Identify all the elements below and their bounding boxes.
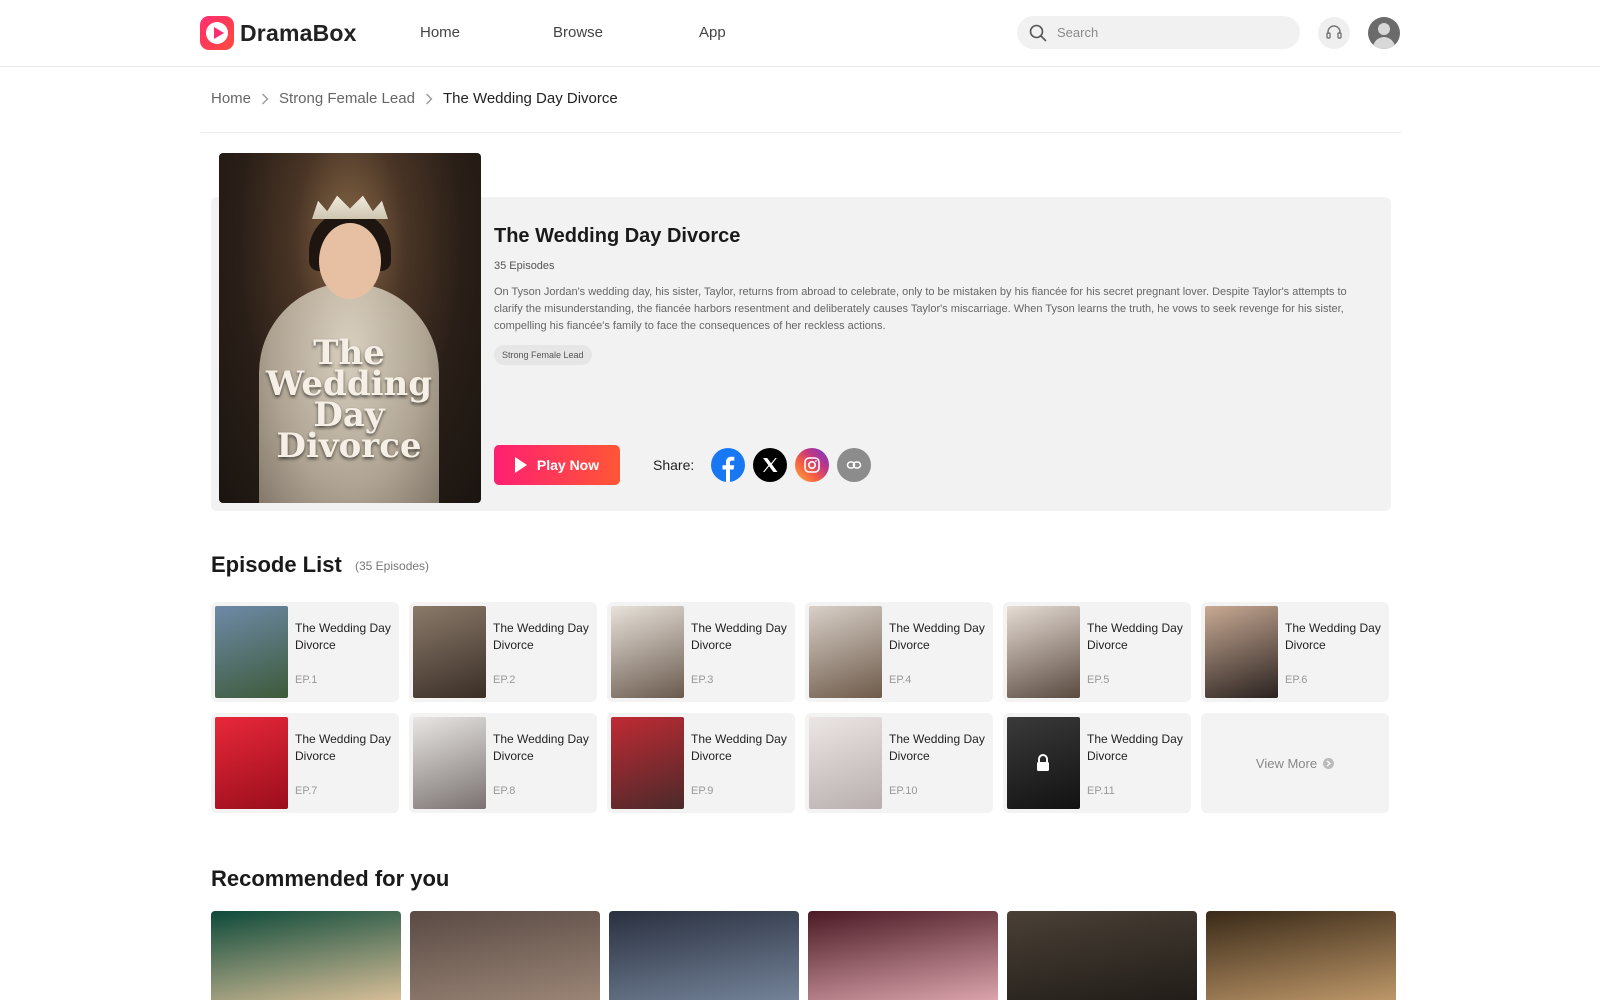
episode-title: The Wedding Day Divorce — [295, 621, 391, 652]
chevron-right-icon — [425, 93, 433, 105]
episode-number: EP.5 — [1087, 674, 1110, 686]
episode-thumbnail — [809, 606, 882, 698]
headset-icon — [1326, 25, 1342, 39]
episode-card[interactable]: The Wedding Day Divorce EP.10 — [805, 713, 993, 813]
show-title: The Wedding Day Divorce — [494, 225, 741, 247]
play-now-label: Play Now — [536, 457, 600, 473]
x-share-button[interactable] — [753, 448, 787, 482]
logo[interactable]: DramaBox — [200, 16, 357, 50]
recommended-card[interactable] — [1206, 911, 1396, 1000]
recommended-card[interactable] — [410, 911, 600, 1000]
copy-link-button[interactable] — [837, 448, 871, 482]
episode-thumbnail — [1007, 717, 1080, 809]
episode-card[interactable]: The Wedding Day Divorce EP.3 — [607, 602, 795, 702]
episode-card[interactable]: The Wedding Day Divorce EP.7 — [211, 713, 399, 813]
customer-service-button[interactable] — [1318, 17, 1350, 49]
episode-title: The Wedding Day Divorce — [1087, 621, 1183, 652]
episode-thumbnail — [413, 606, 486, 698]
chevron-right-icon — [261, 93, 269, 105]
nav-browse[interactable]: Browse — [553, 24, 603, 41]
episode-number: EP.8 — [493, 785, 516, 797]
episode-title: The Wedding Day Divorce — [493, 732, 589, 763]
link-icon — [846, 461, 862, 469]
episode-thumbnail — [611, 606, 684, 698]
crown-image — [312, 195, 388, 219]
recommended-card[interactable] — [211, 911, 401, 1000]
episode-card[interactable]: The Wedding Day Divorce EP.2 — [409, 602, 597, 702]
episode-number: EP.10 — [889, 785, 918, 797]
episode-card[interactable]: The Wedding Day Divorce EP.11 — [1003, 713, 1191, 813]
search-icon — [1029, 24, 1047, 41]
recommended-card[interactable] — [609, 911, 799, 1000]
episode-card[interactable]: The Wedding Day Divorce EP.9 — [607, 713, 795, 813]
recommended-card[interactable] — [1007, 911, 1197, 1000]
recommended-row — [211, 911, 1396, 1000]
user-avatar[interactable] — [1368, 17, 1400, 49]
breadcrumb-current: The Wedding Day Divorce — [442, 90, 618, 107]
instagram-icon — [804, 457, 820, 473]
episode-number: EP.11 — [1087, 785, 1115, 797]
episode-number: EP.6 — [1285, 674, 1308, 686]
episode-title: The Wedding Day Divorce — [295, 732, 391, 763]
genre-tag[interactable]: Strong Female Lead — [494, 345, 592, 365]
divider — [201, 132, 1401, 133]
chevron-right-circle-icon — [1323, 757, 1335, 769]
episode-thumbnail — [809, 717, 882, 809]
breadcrumb: Home Strong Female Lead The Wedding Day … — [211, 90, 618, 107]
episode-thumbnail — [215, 606, 288, 698]
recommended-card[interactable] — [808, 911, 998, 1000]
poster-title: The Wedding Day Divorce — [266, 333, 432, 466]
episode-thumbnail — [611, 717, 684, 809]
top-header: DramaBox Home Browse App — [0, 0, 1600, 67]
episode-thumbnail — [1007, 606, 1080, 698]
episode-number: EP.1 — [295, 674, 318, 686]
episode-title: The Wedding Day Divorce — [1087, 732, 1183, 763]
episode-title: The Wedding Day Divorce — [493, 621, 589, 652]
recommended-heading: Recommended for you — [211, 866, 450, 891]
dramabox-logo-icon — [200, 16, 234, 50]
nav-app[interactable]: App — [699, 24, 726, 41]
episode-thumbnail — [1205, 606, 1278, 698]
nav-home[interactable]: Home — [420, 24, 460, 41]
facebook-icon — [711, 448, 745, 482]
x-logo-icon — [763, 458, 778, 472]
episode-title: The Wedding Day Divorce — [691, 732, 787, 763]
episode-card[interactable]: The Wedding Day Divorce EP.1 — [211, 602, 399, 702]
episode-card[interactable]: The Wedding Day Divorce EP.5 — [1003, 602, 1191, 702]
search-box[interactable] — [1017, 16, 1300, 49]
episode-thumbnail — [413, 717, 486, 809]
episode-thumbnail — [215, 717, 288, 809]
episode-number: EP.4 — [889, 674, 912, 686]
show-description: On Tyson Jordan's wedding day, his siste… — [494, 286, 1347, 332]
episode-card[interactable]: The Wedding Day Divorce EP.4 — [805, 602, 993, 702]
episode-list-heading: Episode List — [211, 552, 342, 577]
episode-grid: The Wedding Day Divorce EP.1 The Wedding D… — [211, 602, 1391, 813]
episode-number: EP.3 — [691, 674, 714, 686]
show-poster[interactable]: The Wedding Day Divorce — [219, 153, 481, 503]
episode-card[interactable]: The Wedding Day Divorce EP.6 — [1201, 602, 1389, 702]
episode-number: EP.9 — [691, 785, 714, 797]
search-input[interactable] — [1057, 25, 1277, 40]
episode-list-count: (35 Episodes) — [355, 559, 430, 573]
play-now-button[interactable]: Play Now — [494, 445, 620, 485]
breadcrumb-home[interactable]: Home — [211, 90, 251, 107]
view-more-button[interactable]: View More — [1201, 713, 1389, 813]
share-label: Share: — [653, 457, 695, 473]
play-icon — [514, 457, 527, 473]
episode-title: The Wedding Day Divorce — [889, 732, 985, 763]
instagram-share-button[interactable] — [795, 448, 829, 482]
episode-title: The Wedding Day Divorce — [691, 621, 787, 652]
episode-card[interactable]: The Wedding Day Divorce EP.8 — [409, 713, 597, 813]
episode-number: EP.2 — [493, 674, 516, 686]
view-more-label: View More — [1255, 755, 1318, 771]
lock-icon — [1037, 754, 1049, 771]
logo-text: DramaBox — [240, 19, 357, 46]
breadcrumb-category[interactable]: Strong Female Lead — [279, 90, 415, 107]
episode-title: The Wedding Day Divorce — [1285, 621, 1381, 652]
episode-title: The Wedding Day Divorce — [889, 621, 985, 652]
episode-count: 35 Episodes — [494, 260, 555, 272]
facebook-share-button[interactable] — [711, 448, 745, 482]
episode-number: EP.7 — [295, 785, 318, 797]
